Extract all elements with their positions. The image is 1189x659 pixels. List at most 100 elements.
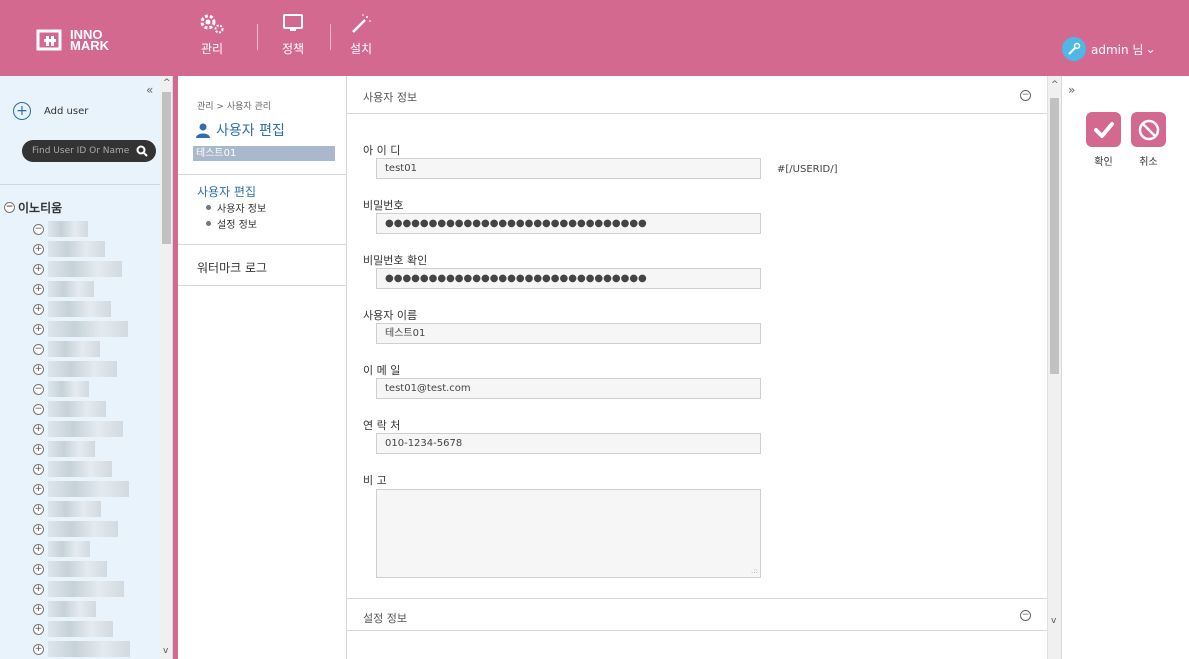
tree-node[interactable]: −: [33, 401, 106, 417]
search-input[interactable]: [32, 146, 132, 156]
add-user-button[interactable]: + Add user: [13, 102, 88, 120]
obscured-node-label: [48, 641, 130, 657]
scroll-down-icon[interactable]: v: [163, 646, 168, 656]
expand-toggle-icon[interactable]: +: [33, 363, 44, 375]
obscured-node-label: [48, 541, 90, 557]
expand-toggle-icon[interactable]: +: [33, 463, 44, 475]
sidebar-scrollbar[interactable]: ^ v: [160, 76, 172, 659]
confirm-button[interactable]: [1086, 112, 1121, 147]
tree-node[interactable]: +: [33, 301, 111, 317]
expand-toggle-icon[interactable]: +: [33, 543, 44, 555]
tree-node[interactable]: +: [33, 441, 95, 457]
expand-toggle-icon[interactable]: +: [33, 623, 44, 635]
scrollbar-thumb[interactable]: [162, 92, 171, 244]
add-user-label: Add user: [44, 105, 89, 117]
obscured-node-label: [48, 601, 96, 617]
nav-user-edit[interactable]: 사용자 편집: [197, 183, 256, 200]
tree-node[interactable]: −: [33, 221, 88, 237]
nav-user-info[interactable]: 사용자 정보: [206, 200, 266, 215]
tree-node[interactable]: +: [33, 481, 129, 497]
section-title: 사용자 정보: [363, 91, 418, 104]
tree-node[interactable]: +: [33, 361, 117, 377]
obscured-node-label: [48, 401, 106, 417]
search-icon[interactable]: [136, 145, 148, 157]
tree-node[interactable]: +: [33, 421, 123, 437]
collapse-section-icon[interactable]: −: [1020, 610, 1031, 621]
expand-toggle-icon[interactable]: +: [33, 503, 44, 515]
plus-circle-icon: +: [13, 102, 31, 120]
nav-install[interactable]: 설치: [346, 12, 376, 68]
tree-node[interactable]: +: [33, 461, 112, 477]
expand-toggle-icon[interactable]: +: [33, 443, 44, 455]
tree-node[interactable]: +: [33, 601, 96, 617]
settings-section-header: 설정 정보 −: [347, 598, 1047, 631]
password-field[interactable]: ●●●●●●●●●●●●●●●●●●●●●●●●●●●●●●: [376, 213, 761, 234]
nav-manage-label: 관리: [200, 42, 224, 56]
tree-node[interactable]: +: [33, 281, 94, 297]
action-panel-collapse-button[interactable]: »: [1068, 83, 1075, 97]
expand-toggle-icon[interactable]: +: [33, 523, 44, 535]
phone-label: 연 락 처: [363, 419, 401, 432]
user-name-field[interactable]: 테스트01: [376, 323, 761, 344]
nav-settings-info-label: 설정 정보: [217, 220, 257, 231]
collapse-toggle-icon[interactable]: −: [33, 403, 44, 415]
tree-node[interactable]: +: [33, 521, 118, 537]
collapse-toggle-icon[interactable]: −: [33, 343, 44, 355]
ban-icon: [1138, 119, 1159, 140]
phone-field[interactable]: 010-1234-5678: [376, 433, 761, 454]
password-confirm-field[interactable]: ●●●●●●●●●●●●●●●●●●●●●●●●●●●●●●: [376, 268, 761, 289]
tree-node[interactable]: +: [33, 501, 101, 517]
tree-node[interactable]: +: [33, 321, 128, 337]
form-scrollbar[interactable]: ^ v: [1047, 76, 1061, 659]
memo-textarea[interactable]: .::: [376, 489, 761, 578]
tree-node[interactable]: +: [33, 261, 122, 277]
breadcrumb: 관리 > 사용자 관리: [197, 102, 272, 112]
sidebar-collapse-button[interactable]: «: [146, 83, 153, 97]
tree-node[interactable]: −: [33, 341, 100, 357]
user-name-label: 사용자 이름: [363, 309, 418, 322]
nav-policy[interactable]: 정책: [278, 12, 308, 68]
scrollbar-thumb[interactable]: [1050, 98, 1059, 374]
expand-toggle-icon[interactable]: +: [33, 283, 44, 295]
user-search-box: [22, 140, 156, 162]
user-menu[interactable]: admin 님 ⌄: [1062, 37, 1156, 61]
cancel-button[interactable]: [1131, 112, 1166, 147]
expand-toggle-icon[interactable]: +: [33, 603, 44, 615]
divider: [178, 244, 347, 245]
user-id-field[interactable]: test01: [376, 158, 761, 179]
expand-toggle-icon[interactable]: +: [33, 243, 44, 255]
nav-user-info-label: 사용자 정보: [217, 204, 267, 215]
scroll-up-icon[interactable]: ^: [163, 78, 171, 88]
nav-settings-info[interactable]: 설정 정보: [206, 216, 257, 231]
expand-toggle-icon[interactable]: +: [33, 583, 44, 595]
collapse-toggle-icon[interactable]: −: [33, 383, 44, 395]
wrench-icon: [1062, 37, 1086, 61]
divider: [0, 184, 160, 185]
tree-node[interactable]: +: [33, 581, 124, 597]
nav-watermark-log[interactable]: 워터마크 로그: [197, 259, 267, 276]
tree-root-node[interactable]: − 이노티움: [4, 199, 62, 216]
tree-node[interactable]: +: [33, 641, 130, 657]
expand-toggle-icon[interactable]: +: [33, 423, 44, 435]
collapse-toggle-icon[interactable]: −: [33, 223, 44, 235]
resize-grip-icon[interactable]: .::: [751, 567, 758, 575]
tree-node[interactable]: +: [33, 621, 113, 637]
expand-toggle-icon[interactable]: +: [33, 563, 44, 575]
innomark-logo[interactable]: INNO MARK: [34, 20, 154, 60]
expand-toggle-icon[interactable]: +: [33, 303, 44, 315]
nav-manage[interactable]: 관리: [194, 12, 230, 68]
collapse-toggle-icon[interactable]: −: [4, 202, 15, 213]
email-field[interactable]: test01@test.com: [376, 378, 761, 399]
expand-toggle-icon[interactable]: +: [33, 643, 44, 655]
email-label: 이 메 일: [363, 364, 401, 377]
scroll-up-icon[interactable]: ^: [1051, 80, 1059, 90]
expand-toggle-icon[interactable]: +: [33, 263, 44, 275]
scroll-down-icon[interactable]: v: [1051, 616, 1056, 626]
tree-node[interactable]: +: [33, 541, 90, 557]
expand-toggle-icon[interactable]: +: [33, 483, 44, 495]
collapse-section-icon[interactable]: −: [1020, 90, 1031, 101]
expand-toggle-icon[interactable]: +: [33, 323, 44, 335]
tree-node[interactable]: +: [33, 561, 107, 577]
tree-node[interactable]: −: [33, 381, 89, 397]
tree-node[interactable]: +: [33, 241, 105, 257]
